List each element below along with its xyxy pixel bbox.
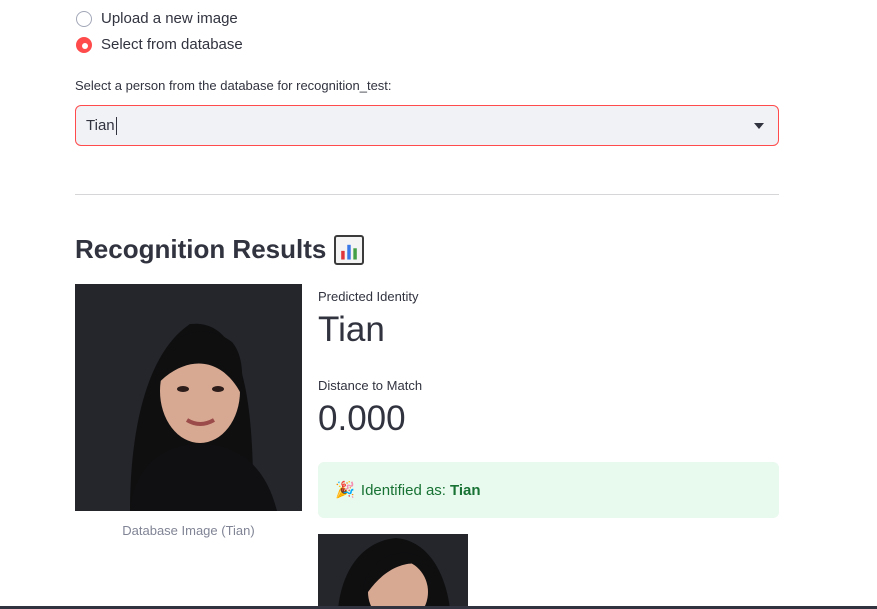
app-page: Upload a new image Select from database … <box>0 0 877 609</box>
select-person-label: Select a person from the database for re… <box>75 78 392 93</box>
portrait-illustration-partial <box>318 534 468 609</box>
database-image <box>75 284 302 511</box>
database-image-caption: Database Image (Tian) <box>122 523 255 538</box>
radio-label: Upload a new image <box>101 10 238 27</box>
section-title: Recognition Results <box>75 234 365 265</box>
radio-select-from-database[interactable]: Select from database <box>76 36 243 53</box>
predicted-identity-label: Predicted Identity <box>318 289 419 304</box>
identified-prefix: Identified as: <box>360 481 446 499</box>
person-select[interactable]: Tian <box>75 105 779 146</box>
distance-label: Distance to Match <box>318 378 423 393</box>
radio-upload-new-image[interactable]: Upload a new image <box>76 10 238 27</box>
distance-value: 0.000 <box>318 399 406 438</box>
results-heading: Recognition Results <box>75 234 327 264</box>
predicted-identity-value: Tian <box>318 310 385 349</box>
identified-alert: 🎉 Identified as: Tian <box>318 462 779 518</box>
select-value: Tian <box>86 117 115 134</box>
radio-button-unchecked[interactable] <box>76 10 92 27</box>
chevron-down-icon[interactable] <box>754 123 764 129</box>
party-popper-icon: 🎉 <box>335 482 355 499</box>
query-image <box>318 534 468 609</box>
radio-button-checked[interactable] <box>76 36 92 53</box>
divider <box>75 194 779 195</box>
bar-chart-icon <box>334 234 365 265</box>
radio-label: Select from database <box>101 36 243 53</box>
text-cursor <box>115 116 117 135</box>
portrait-illustration <box>75 284 302 511</box>
identified-name: Tian <box>449 481 481 499</box>
